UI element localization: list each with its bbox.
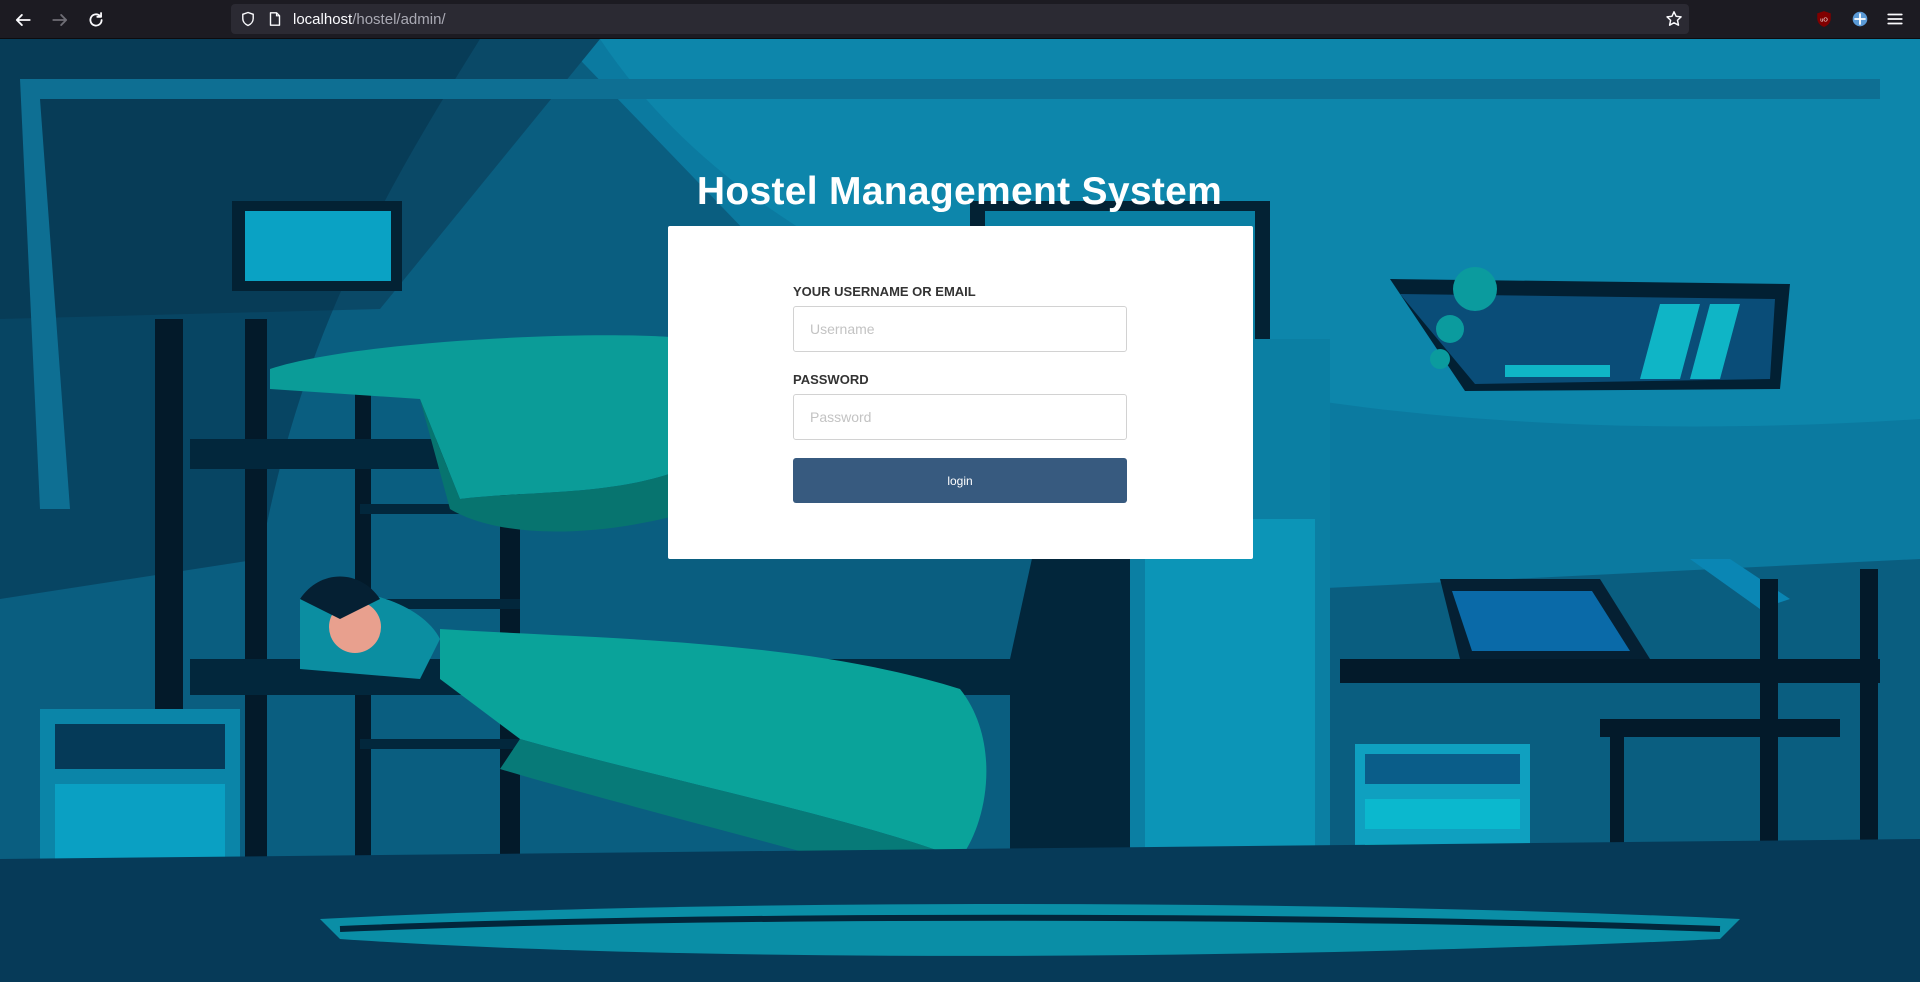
password-label: PASSWORD [793, 372, 869, 387]
address-bar[interactable]: localhost/hostel/admin/ [231, 4, 1689, 34]
login-button[interactable]: login [793, 458, 1127, 503]
back-arrow-icon[interactable] [11, 8, 35, 32]
page-title: Hostel Management System [0, 170, 1920, 214]
ublock-icon[interactable]: uO [1815, 10, 1833, 28]
url-path: /hostel/admin/ [352, 11, 446, 28]
reload-icon[interactable] [84, 8, 108, 32]
url-host: localhost [293, 11, 353, 28]
url-text: localhost/hostel/admin/ [293, 11, 446, 28]
username-input[interactable] [793, 306, 1127, 352]
browser-toolbar: localhost/hostel/admin/ uO [0, 0, 1920, 39]
username-label: YOUR USERNAME OR EMAIL [793, 284, 976, 299]
shield-icon[interactable] [240, 11, 256, 27]
login-card: YOUR USERNAME OR EMAIL PASSWORD login [668, 226, 1253, 559]
forward-arrow-icon[interactable] [48, 8, 72, 32]
star-icon[interactable] [1665, 10, 1683, 28]
password-input[interactable] [793, 394, 1127, 440]
extension-icon[interactable] [1851, 10, 1869, 28]
page-icon [269, 12, 281, 26]
page-title-text: Hostel Management System [696, 170, 1223, 213]
svg-text:uO: uO [1820, 17, 1828, 23]
menu-icon[interactable] [1886, 10, 1904, 28]
